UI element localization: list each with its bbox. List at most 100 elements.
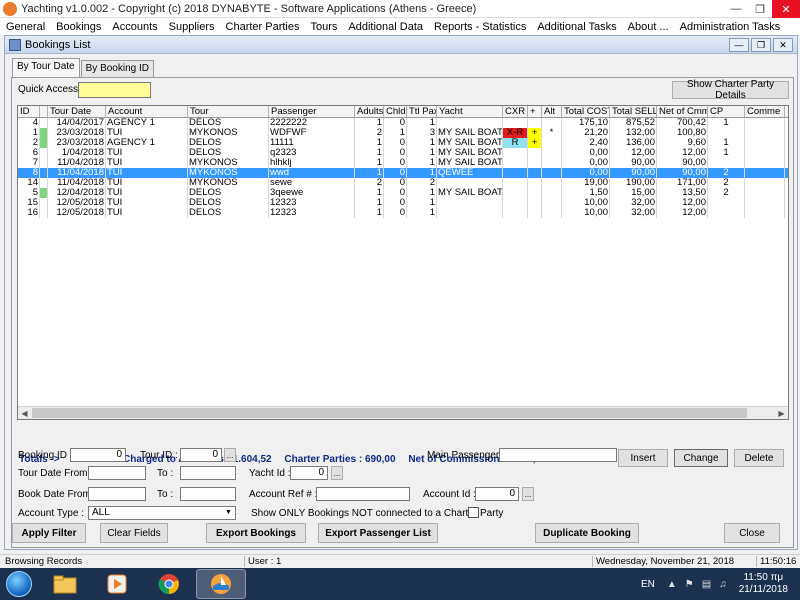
menu-accounts[interactable]: Accounts bbox=[106, 21, 162, 33]
scroll-right-icon[interactable]: ▶ bbox=[775, 407, 788, 419]
tray-arrow-icon[interactable]: ▲ bbox=[667, 579, 677, 590]
menu-additional-data[interactable]: Additional Data bbox=[342, 21, 428, 33]
table-row[interactable]: 4 14/04/2017 AGENCY 1 DELOS 2222222 1 0 1 175,10… bbox=[18, 118, 788, 128]
main-passenger-input[interactable] bbox=[499, 448, 617, 462]
volume-icon[interactable]: ♫ bbox=[719, 579, 727, 590]
flag-icon[interactable]: ⚑ bbox=[685, 579, 694, 590]
cell-comm bbox=[745, 158, 785, 168]
col-header[interactable]: Total COST bbox=[562, 106, 610, 117]
account-id-input[interactable]: 0 bbox=[475, 487, 519, 501]
col-header[interactable]: Tour Date bbox=[48, 106, 106, 117]
close-button[interactable]: Close bbox=[724, 523, 780, 543]
col-header[interactable]: Comme bbox=[745, 106, 785, 117]
taskbar: EN ▲ ⚑ ▤ ♫ 11:50 πμ 21/11/2018 bbox=[0, 568, 800, 600]
yacht-id-lookup-button[interactable]: ... bbox=[331, 466, 343, 480]
export-bookings-button[interactable]: Export Bookings bbox=[206, 523, 306, 543]
table-row[interactable]: 16 12/05/2018 TUI DELOS 12323 1 0 1 10,00 32,00 12… bbox=[18, 208, 788, 218]
menu-charter-parties[interactable]: Charter Parties bbox=[220, 21, 305, 33]
table-row[interactable]: 14 11/04/2018 TUI MYKONOS sewe 2 0 2 19,00 190,00… bbox=[18, 178, 788, 188]
table-row[interactable]: 2 23/03/2018 AGENCY 1 DELOS 11111 1 0 1 MY SAIL … bbox=[18, 138, 788, 148]
show-charter-party-details-button[interactable]: Show Charter Party Details bbox=[672, 79, 789, 101]
export-passenger-list-button[interactable]: Export Passenger List bbox=[318, 523, 438, 543]
col-header[interactable]: Net of Cmm bbox=[657, 106, 708, 117]
menu-suppliers[interactable]: Suppliers bbox=[163, 21, 220, 33]
col-header[interactable]: Alt bbox=[542, 106, 562, 117]
tour-id-lookup-button[interactable]: ... bbox=[224, 448, 236, 462]
col-header[interactable]: Adults bbox=[355, 106, 384, 117]
clock[interactable]: 11:50 πμ 21/11/2018 bbox=[739, 572, 788, 596]
table-row[interactable]: 6 1/04/2018 TUI DELOS q2323 1 0 1 MY SAIL BOAT 0,… bbox=[18, 148, 788, 158]
start-button[interactable] bbox=[0, 568, 38, 600]
yacht-id-input[interactable]: 0 bbox=[290, 466, 328, 480]
col-header[interactable]: Passenger bbox=[269, 106, 355, 117]
horizontal-scrollbar[interactable]: ◀ ▶ bbox=[18, 406, 788, 419]
language-indicator[interactable]: EN bbox=[641, 579, 655, 590]
table-row[interactable]: 5 12/04/2018 TUI DELOS 3qeewe 1 0 1 MY SAIL BOAT… bbox=[18, 188, 788, 198]
taskbar-chrome[interactable] bbox=[144, 569, 194, 599]
taskbar-media-player[interactable] bbox=[92, 569, 142, 599]
col-header[interactable]: CXR bbox=[503, 106, 528, 117]
bookings-grid[interactable]: ID Tour Date Account Tour Passenger Adul… bbox=[17, 105, 789, 420]
grid-body: 4 14/04/2017 AGENCY 1 DELOS 2222222 1 0 1 175,10… bbox=[18, 118, 788, 218]
change-button[interactable]: Change bbox=[674, 449, 728, 467]
cell-tour: DELOS bbox=[188, 138, 269, 148]
col-header[interactable]: Total SELL bbox=[610, 106, 657, 117]
col-header[interactable]: ID bbox=[18, 106, 40, 117]
col-header[interactable]: Account bbox=[106, 106, 188, 117]
col-header[interactable] bbox=[40, 106, 48, 117]
quick-access-input[interactable] bbox=[78, 82, 151, 98]
menu-tours[interactable]: Tours bbox=[305, 21, 343, 33]
col-header[interactable]: Ttl Pax bbox=[407, 106, 437, 117]
insert-button[interactable]: Insert bbox=[618, 449, 668, 467]
child-maximize-icon[interactable]: ❐ bbox=[751, 38, 771, 52]
maximize-icon[interactable]: ❐ bbox=[748, 0, 772, 18]
book-date-from-input[interactable] bbox=[88, 487, 146, 501]
table-row[interactable]: 15 12/05/2018 TUI DELOS 12323 1 0 1 10,00 32,00 12… bbox=[18, 198, 788, 208]
cell-cost: 10,00 bbox=[562, 208, 610, 218]
tab-by-tour-date[interactable]: By Tour Date bbox=[12, 58, 80, 77]
minimize-icon[interactable]: — bbox=[724, 0, 748, 18]
close-icon[interactable]: ✕ bbox=[772, 0, 800, 18]
tour-date-from-input[interactable] bbox=[88, 466, 146, 480]
table-row[interactable]: 1 23/03/2018 TUI MYKONOS WDFWF 2 1 3 MY SAIL BOA… bbox=[18, 128, 788, 138]
booking-id-input[interactable]: 0 bbox=[70, 448, 126, 462]
tab-by-booking-id[interactable]: By Booking ID bbox=[80, 60, 154, 77]
tab-strip: By Tour Date By Booking ID bbox=[12, 58, 155, 77]
clear-fields-button[interactable]: Clear Fields bbox=[100, 523, 168, 543]
delete-button[interactable]: Delete bbox=[734, 449, 784, 467]
table-row[interactable]: 8 11/04/2018 TUI MYKONOS wwd 1 0 1 QEWEE 0,00 90,0… bbox=[18, 168, 788, 178]
col-header[interactable]: Tour bbox=[188, 106, 269, 117]
taskbar-yachting-app[interactable] bbox=[196, 569, 246, 599]
duplicate-booking-button[interactable]: Duplicate Booking bbox=[535, 523, 639, 543]
cell-chld: 0 bbox=[384, 168, 407, 178]
cell-sell: 12,00 bbox=[610, 148, 657, 158]
col-header[interactable]: CP bbox=[708, 106, 745, 117]
table-row[interactable]: 7 11/04/2018 TUI MYKONOS hlhklj 1 0 1 MY SAIL BO… bbox=[18, 158, 788, 168]
scrollbar-thumb[interactable] bbox=[32, 408, 747, 418]
child-minimize-icon[interactable]: — bbox=[729, 38, 749, 52]
child-close-icon[interactable]: ✕ bbox=[773, 38, 793, 52]
menu-bookings[interactable]: Bookings bbox=[50, 21, 106, 33]
book-date-to-input[interactable] bbox=[180, 487, 236, 501]
menu-general[interactable]: General bbox=[0, 21, 50, 33]
network-icon[interactable]: ▤ bbox=[702, 579, 711, 590]
menu-additional-tasks[interactable]: Additional Tasks bbox=[531, 21, 621, 33]
account-type-select[interactable]: ALL ▼ bbox=[88, 506, 236, 520]
taskbar-explorer[interactable] bbox=[40, 569, 90, 599]
only-not-connected-checkbox[interactable] bbox=[468, 507, 479, 518]
col-header[interactable]: + bbox=[528, 106, 542, 117]
account-id-lookup-button[interactable]: ... bbox=[522, 487, 534, 501]
tour-id-input[interactable]: 0 bbox=[180, 448, 222, 462]
dropdown-arrow-icon[interactable]: ▼ bbox=[223, 508, 234, 518]
scroll-left-icon[interactable]: ◀ bbox=[18, 407, 31, 419]
cell-id: 4 bbox=[18, 118, 40, 128]
apply-filter-button[interactable]: Apply Filter bbox=[12, 523, 86, 543]
tour-date-to-input[interactable] bbox=[180, 466, 236, 480]
menu-reports-statistics[interactable]: Reports - Statistics bbox=[428, 21, 531, 33]
col-header[interactable]: Chld bbox=[384, 106, 407, 117]
col-header[interactable]: Yacht bbox=[437, 106, 503, 117]
menu-about[interactable]: About ... bbox=[622, 21, 674, 33]
account-ref-input[interactable] bbox=[316, 487, 410, 501]
cell-pax: 1 bbox=[407, 138, 437, 148]
menu-administration-tasks[interactable]: Administration Tasks bbox=[674, 21, 786, 33]
